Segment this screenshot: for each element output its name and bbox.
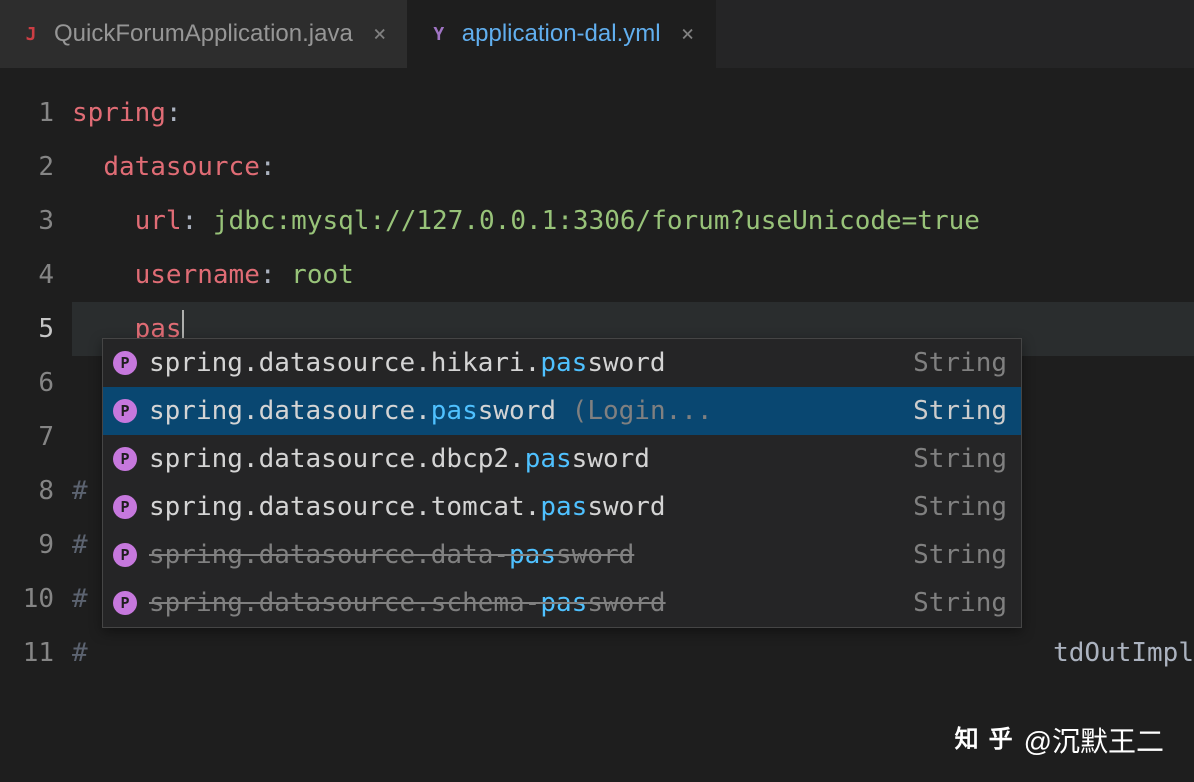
autocomplete-type: String	[913, 492, 1007, 522]
editor-area[interactable]: 1 2 3 4 5 6 7 8 9 10 11 spring: datasour…	[0, 68, 1194, 680]
yaml-file-icon: Y	[428, 23, 450, 45]
autocomplete-type: String	[913, 588, 1007, 618]
code-line-11[interactable]: #tdOutImpl	[72, 626, 1194, 680]
line-number: 10	[0, 572, 54, 626]
line-number: 1	[0, 86, 54, 140]
line-number: 3	[0, 194, 54, 248]
close-icon[interactable]: ×	[369, 23, 391, 45]
tab-label: QuickForumApplication.java	[54, 20, 353, 48]
autocomplete-type: String	[913, 540, 1007, 570]
autocomplete-item[interactable]: P spring.datasource.password (Login... S…	[103, 387, 1021, 435]
autocomplete-label: spring.datasource.dbcp2.password	[149, 444, 901, 474]
code-line-4[interactable]: username: root	[72, 248, 1194, 302]
autocomplete-type: String	[913, 444, 1007, 474]
autocomplete-item[interactable]: P spring.datasource.hikari.password Stri…	[103, 339, 1021, 387]
line-number: 4	[0, 248, 54, 302]
line-number: 6	[0, 356, 54, 410]
line-number: 11	[0, 626, 54, 680]
line-number: 9	[0, 518, 54, 572]
autocomplete-popup: P spring.datasource.hikari.password Stri…	[102, 338, 1022, 628]
code-content[interactable]: spring: datasource: url: jdbc:mysql://12…	[72, 86, 1194, 680]
autocomplete-item[interactable]: P spring.datasource.data-password String	[103, 531, 1021, 579]
code-line-3[interactable]: url: jdbc:mysql://127.0.0.1:3306/forum?u…	[72, 194, 1194, 248]
autocomplete-type: String	[913, 396, 1007, 426]
close-icon[interactable]: ×	[677, 23, 699, 45]
line-number: 8	[0, 464, 54, 518]
property-icon: P	[113, 495, 137, 519]
autocomplete-label: spring.datasource.schema-password	[149, 588, 901, 618]
line-gutter: 1 2 3 4 5 6 7 8 9 10 11	[0, 86, 72, 680]
autocomplete-item[interactable]: P spring.datasource.tomcat.password Stri…	[103, 483, 1021, 531]
property-icon: P	[113, 591, 137, 615]
watermark: 知乎 @沉默王二	[952, 720, 1164, 760]
code-line-1[interactable]: spring:	[72, 86, 1194, 140]
line-number: 2	[0, 140, 54, 194]
line-number: 5	[0, 302, 54, 356]
property-icon: P	[113, 543, 137, 567]
autocomplete-item[interactable]: P spring.datasource.dbcp2.password Strin…	[103, 435, 1021, 483]
tab-quickforum[interactable]: J QuickForumApplication.java ×	[0, 0, 408, 68]
autocomplete-label: spring.datasource.tomcat.password	[149, 492, 901, 522]
java-file-icon: J	[20, 23, 42, 45]
line-number: 7	[0, 410, 54, 464]
code-line-2[interactable]: datasource:	[72, 140, 1194, 194]
zhihu-logo: 知乎	[952, 725, 1016, 755]
autocomplete-type: String	[913, 348, 1007, 378]
property-icon: P	[113, 399, 137, 423]
property-icon: P	[113, 351, 137, 375]
autocomplete-item[interactable]: P spring.datasource.schema-password Stri…	[103, 579, 1021, 627]
autocomplete-label: spring.datasource.hikari.password	[149, 348, 901, 378]
tab-bar: J QuickForumApplication.java × Y applica…	[0, 0, 1194, 68]
tab-label: application-dal.yml	[462, 20, 661, 48]
property-icon: P	[113, 447, 137, 471]
watermark-text: @沉默王二	[1024, 720, 1164, 760]
autocomplete-label: spring.datasource.data-password	[149, 540, 901, 570]
autocomplete-label: spring.datasource.password (Login...	[149, 396, 901, 426]
tab-application-dal[interactable]: Y application-dal.yml ×	[408, 0, 716, 68]
